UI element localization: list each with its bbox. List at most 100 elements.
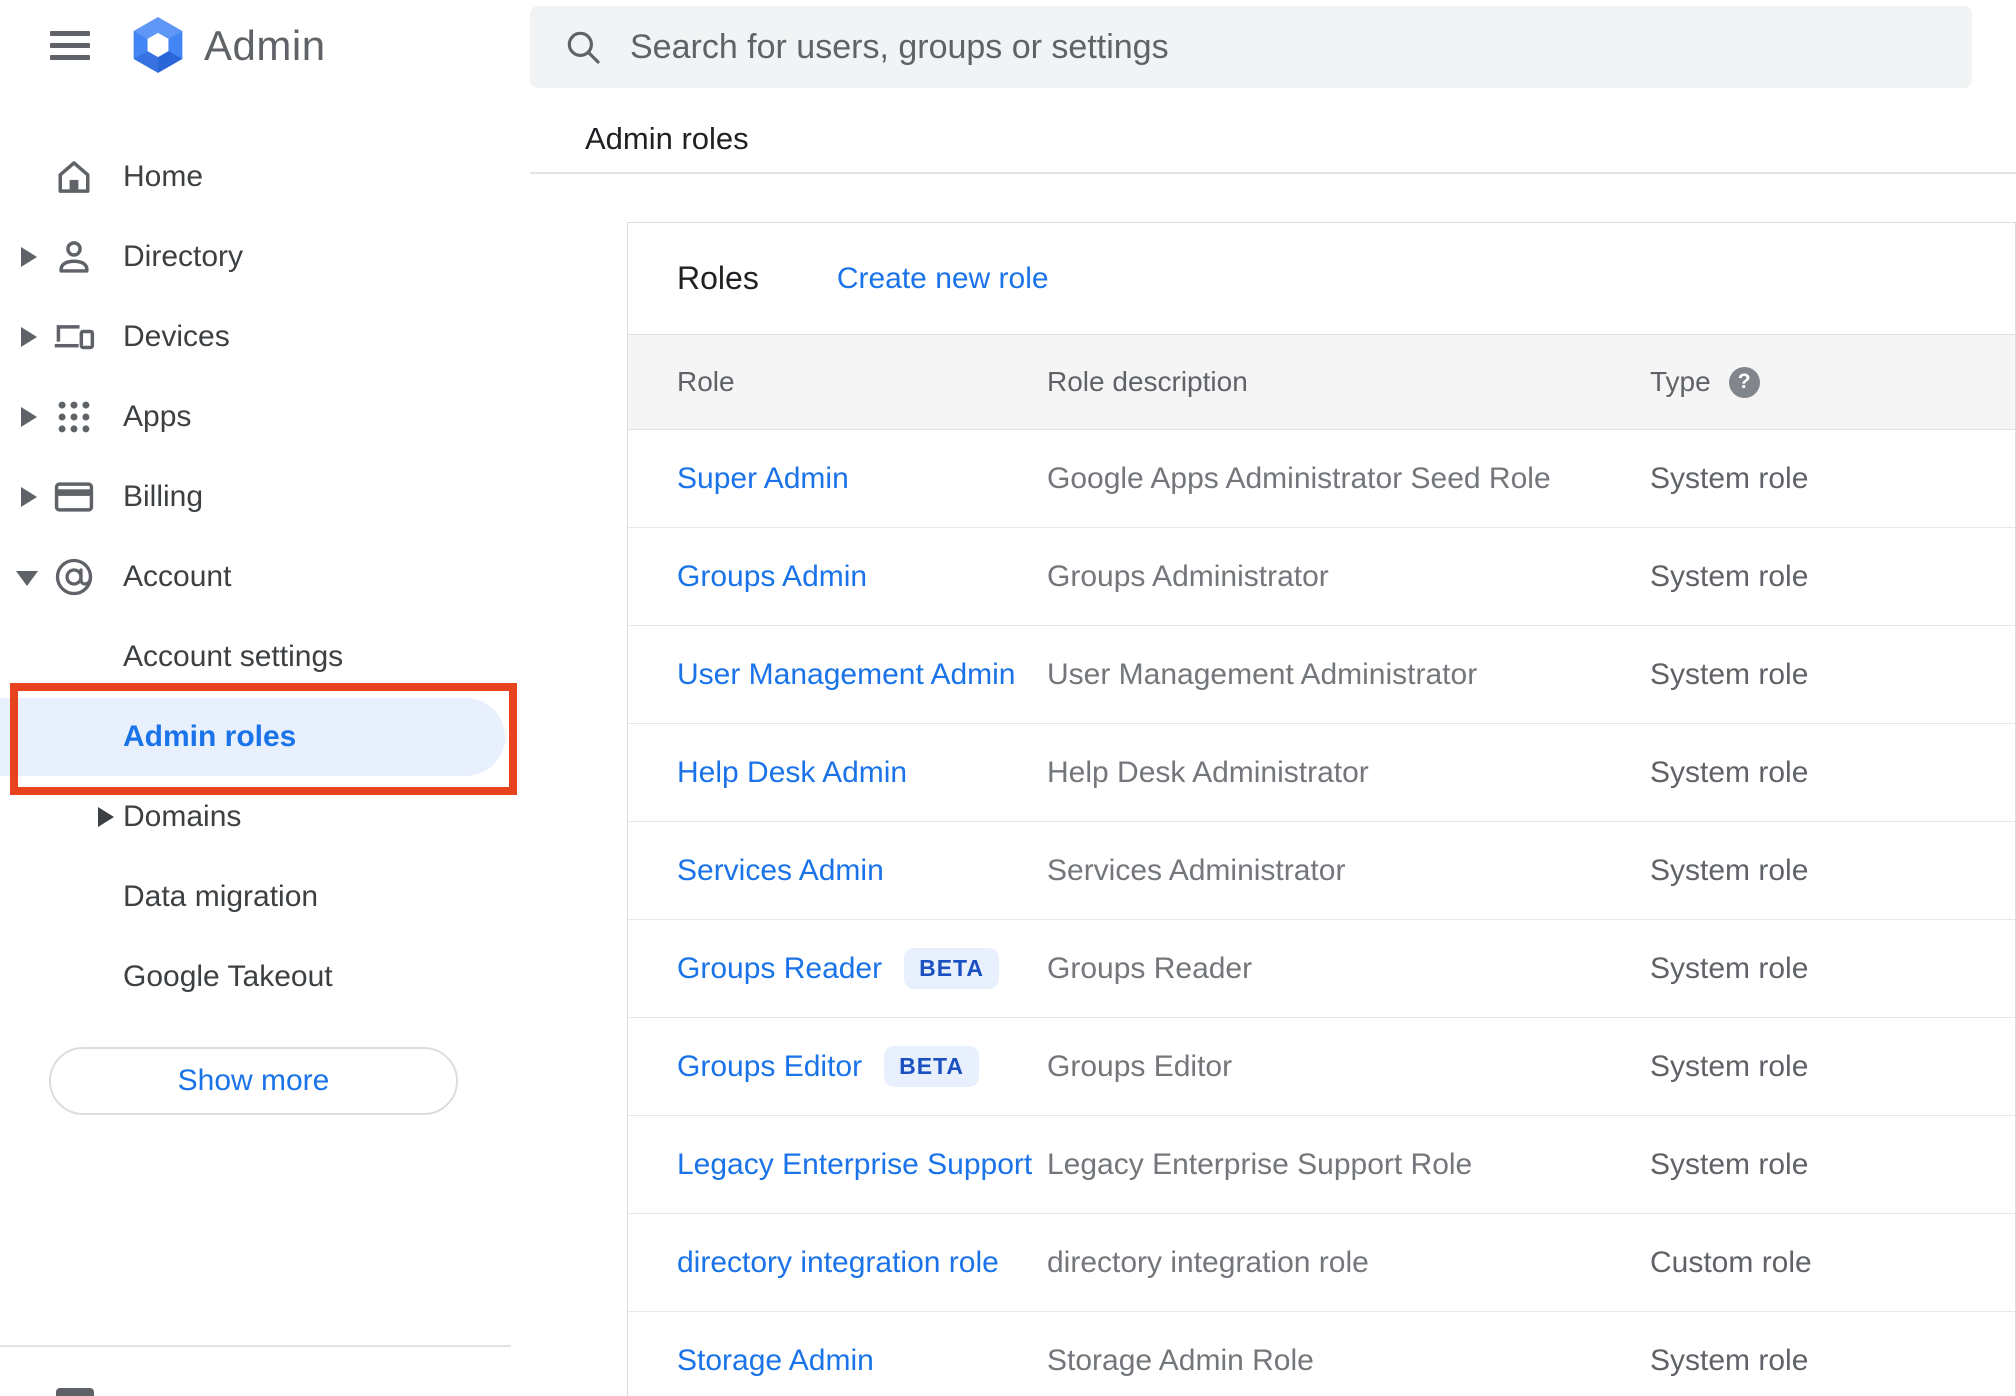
table-row: directory integration role directory inte… [628, 1214, 2015, 1312]
main-content: Admin roles Roles Create new role Role R… [516, 0, 2016, 1396]
chevron-down-icon[interactable] [16, 571, 38, 586]
chevron-right-icon[interactable] [21, 327, 37, 347]
role-type: System role [1650, 657, 1809, 691]
role-description: Storage Admin Role [1047, 1343, 1314, 1377]
content-divider [530, 172, 2016, 174]
role-description: Groups Reader [1047, 951, 1253, 985]
at-sign-icon [52, 555, 96, 599]
show-more-button[interactable]: Show more [49, 1047, 458, 1115]
sidebar-item-label: Domains [123, 800, 242, 833]
role-description: directory integration role [1047, 1245, 1369, 1279]
sidebar-item-directory[interactable]: Directory [0, 217, 516, 297]
sidebar-item-devices[interactable]: Devices [0, 297, 516, 377]
role-link[interactable]: Storage Admin [677, 1344, 874, 1378]
chevron-right-icon[interactable] [21, 487, 37, 507]
role-link[interactable]: Services Admin [677, 854, 884, 888]
sidebar-item-account[interactable]: Account [0, 537, 516, 617]
role-cell: Groups Editor BETA [677, 1046, 1047, 1087]
sidebar-divider [0, 1345, 511, 1347]
table-header: Role Role description Type ? [628, 334, 2015, 430]
role-link[interactable]: Groups Editor [677, 1050, 862, 1084]
sidebar-item-label: Directory [123, 240, 244, 273]
table-row: Help Desk Admin Help Desk Administrator Sy… [628, 724, 2015, 822]
role-type: System role [1650, 951, 1809, 985]
sidebar-header: Admin [0, 0, 516, 100]
sidebar-item-label: Account settings [123, 640, 344, 673]
role-link[interactable]: Groups Reader [677, 952, 882, 986]
sidebar-item-home[interactable]: Home [0, 137, 516, 217]
role-description: Google Apps Administrator Seed Role [1047, 461, 1551, 495]
role-link[interactable]: directory integration role [677, 1246, 999, 1280]
table-row: Services Admin Services Administrator Syst… [628, 822, 2015, 920]
table-row: User Management Admin User Management Adm… [628, 626, 2015, 724]
column-header-description: Role description [1047, 366, 1248, 397]
role-description: Help Desk Administrator [1047, 755, 1369, 789]
role-cell: Help Desk Admin [677, 756, 1047, 790]
role-type: System role [1650, 853, 1809, 887]
devices-icon [52, 315, 96, 359]
sidebar-item-account-settings[interactable]: Account settings [0, 617, 516, 697]
role-link[interactable]: Super Admin [677, 462, 849, 496]
role-link[interactable]: Groups Admin [677, 560, 867, 594]
table-row: Groups Editor BETA Groups Editor System rol… [628, 1018, 2015, 1116]
sidebar-item-data-migration[interactable]: Data migration [0, 857, 516, 937]
role-type: System role [1650, 1049, 1809, 1083]
admin-logo-icon [126, 16, 190, 79]
role-description: Services Administrator [1047, 853, 1346, 887]
role-cell: Super Admin [677, 462, 1047, 496]
search-icon [562, 26, 604, 68]
search-input[interactable] [630, 27, 1942, 67]
role-type: System role [1650, 1343, 1809, 1377]
card-title: Roles [677, 260, 759, 296]
role-cell: Services Admin [677, 854, 1047, 888]
role-link[interactable]: User Management Admin [677, 658, 1016, 692]
table-row: Legacy Enterprise Support Legacy Enterpri… [628, 1116, 2015, 1214]
sidebar-item-billing[interactable]: Billing [0, 457, 516, 537]
role-cell: User Management Admin [677, 658, 1047, 692]
sidebar-item-domains[interactable]: Domains [0, 777, 516, 857]
role-type: System role [1650, 559, 1809, 593]
sidebar-item-label: Apps [123, 400, 192, 433]
credit-card-icon [52, 475, 96, 519]
chevron-right-icon[interactable] [21, 407, 37, 427]
roles-card: Roles Create new role Role Role descript… [627, 222, 2016, 1396]
sidebar-nav: Home Directory Devices Apps Billing Account Ac… [0, 137, 517, 1017]
chevron-right-icon[interactable] [21, 247, 37, 267]
role-description: User Management Administrator [1047, 657, 1478, 691]
role-link[interactable]: Help Desk Admin [677, 756, 907, 790]
help-icon[interactable]: ? [1728, 366, 1760, 398]
sidebar: Admin Home Directory Devices Apps Billing Acc… [0, 0, 517, 1396]
role-cell: Groups Reader BETA [677, 948, 1047, 989]
sidebar-item-label: Home [123, 160, 204, 193]
hamburger-menu-icon[interactable] [50, 31, 90, 61]
sidebar-item-apps[interactable]: Apps [0, 377, 516, 457]
role-description: Groups Administrator [1047, 559, 1329, 593]
role-type: Custom role [1650, 1245, 1812, 1279]
role-link[interactable]: Legacy Enterprise Support [677, 1148, 1032, 1182]
role-type: System role [1650, 461, 1809, 495]
sidebar-item-label: Devices [123, 320, 230, 353]
home-icon [52, 155, 96, 199]
sidebar-item-label: Billing [123, 480, 204, 513]
column-header-role: Role [677, 366, 735, 397]
roles-card-header: Roles Create new role [628, 223, 2015, 334]
sidebar-item-admin-roles[interactable]: Admin roles [0, 683, 517, 795]
roles-table-body: Super Admin Google Apps Administrator See… [628, 430, 2015, 1396]
role-type: System role [1650, 755, 1809, 789]
sidebar-item-label: Data migration [123, 880, 319, 913]
app-title: Admin [204, 22, 326, 69]
role-cell: Storage Admin [677, 1344, 1047, 1378]
column-header-type: Type ? [1650, 366, 2015, 398]
person-icon [52, 235, 96, 279]
role-description: Groups Editor [1047, 1049, 1233, 1083]
search-bar[interactable] [530, 6, 1972, 88]
breadcrumb: Admin roles [585, 121, 749, 156]
table-row: Storage Admin Storage Admin Role System ro… [628, 1312, 2015, 1396]
apps-grid-icon [52, 395, 96, 439]
role-cell: Legacy Enterprise Support [677, 1148, 1047, 1182]
chevron-right-icon[interactable] [98, 807, 114, 827]
table-row: Super Admin Google Apps Administrator See… [628, 430, 2015, 528]
sidebar-item-google-takeout[interactable]: Google Takeout [0, 937, 516, 1017]
sidebar-item-label: Admin roles [123, 720, 297, 753]
create-new-role-link[interactable]: Create new role [837, 262, 1049, 296]
